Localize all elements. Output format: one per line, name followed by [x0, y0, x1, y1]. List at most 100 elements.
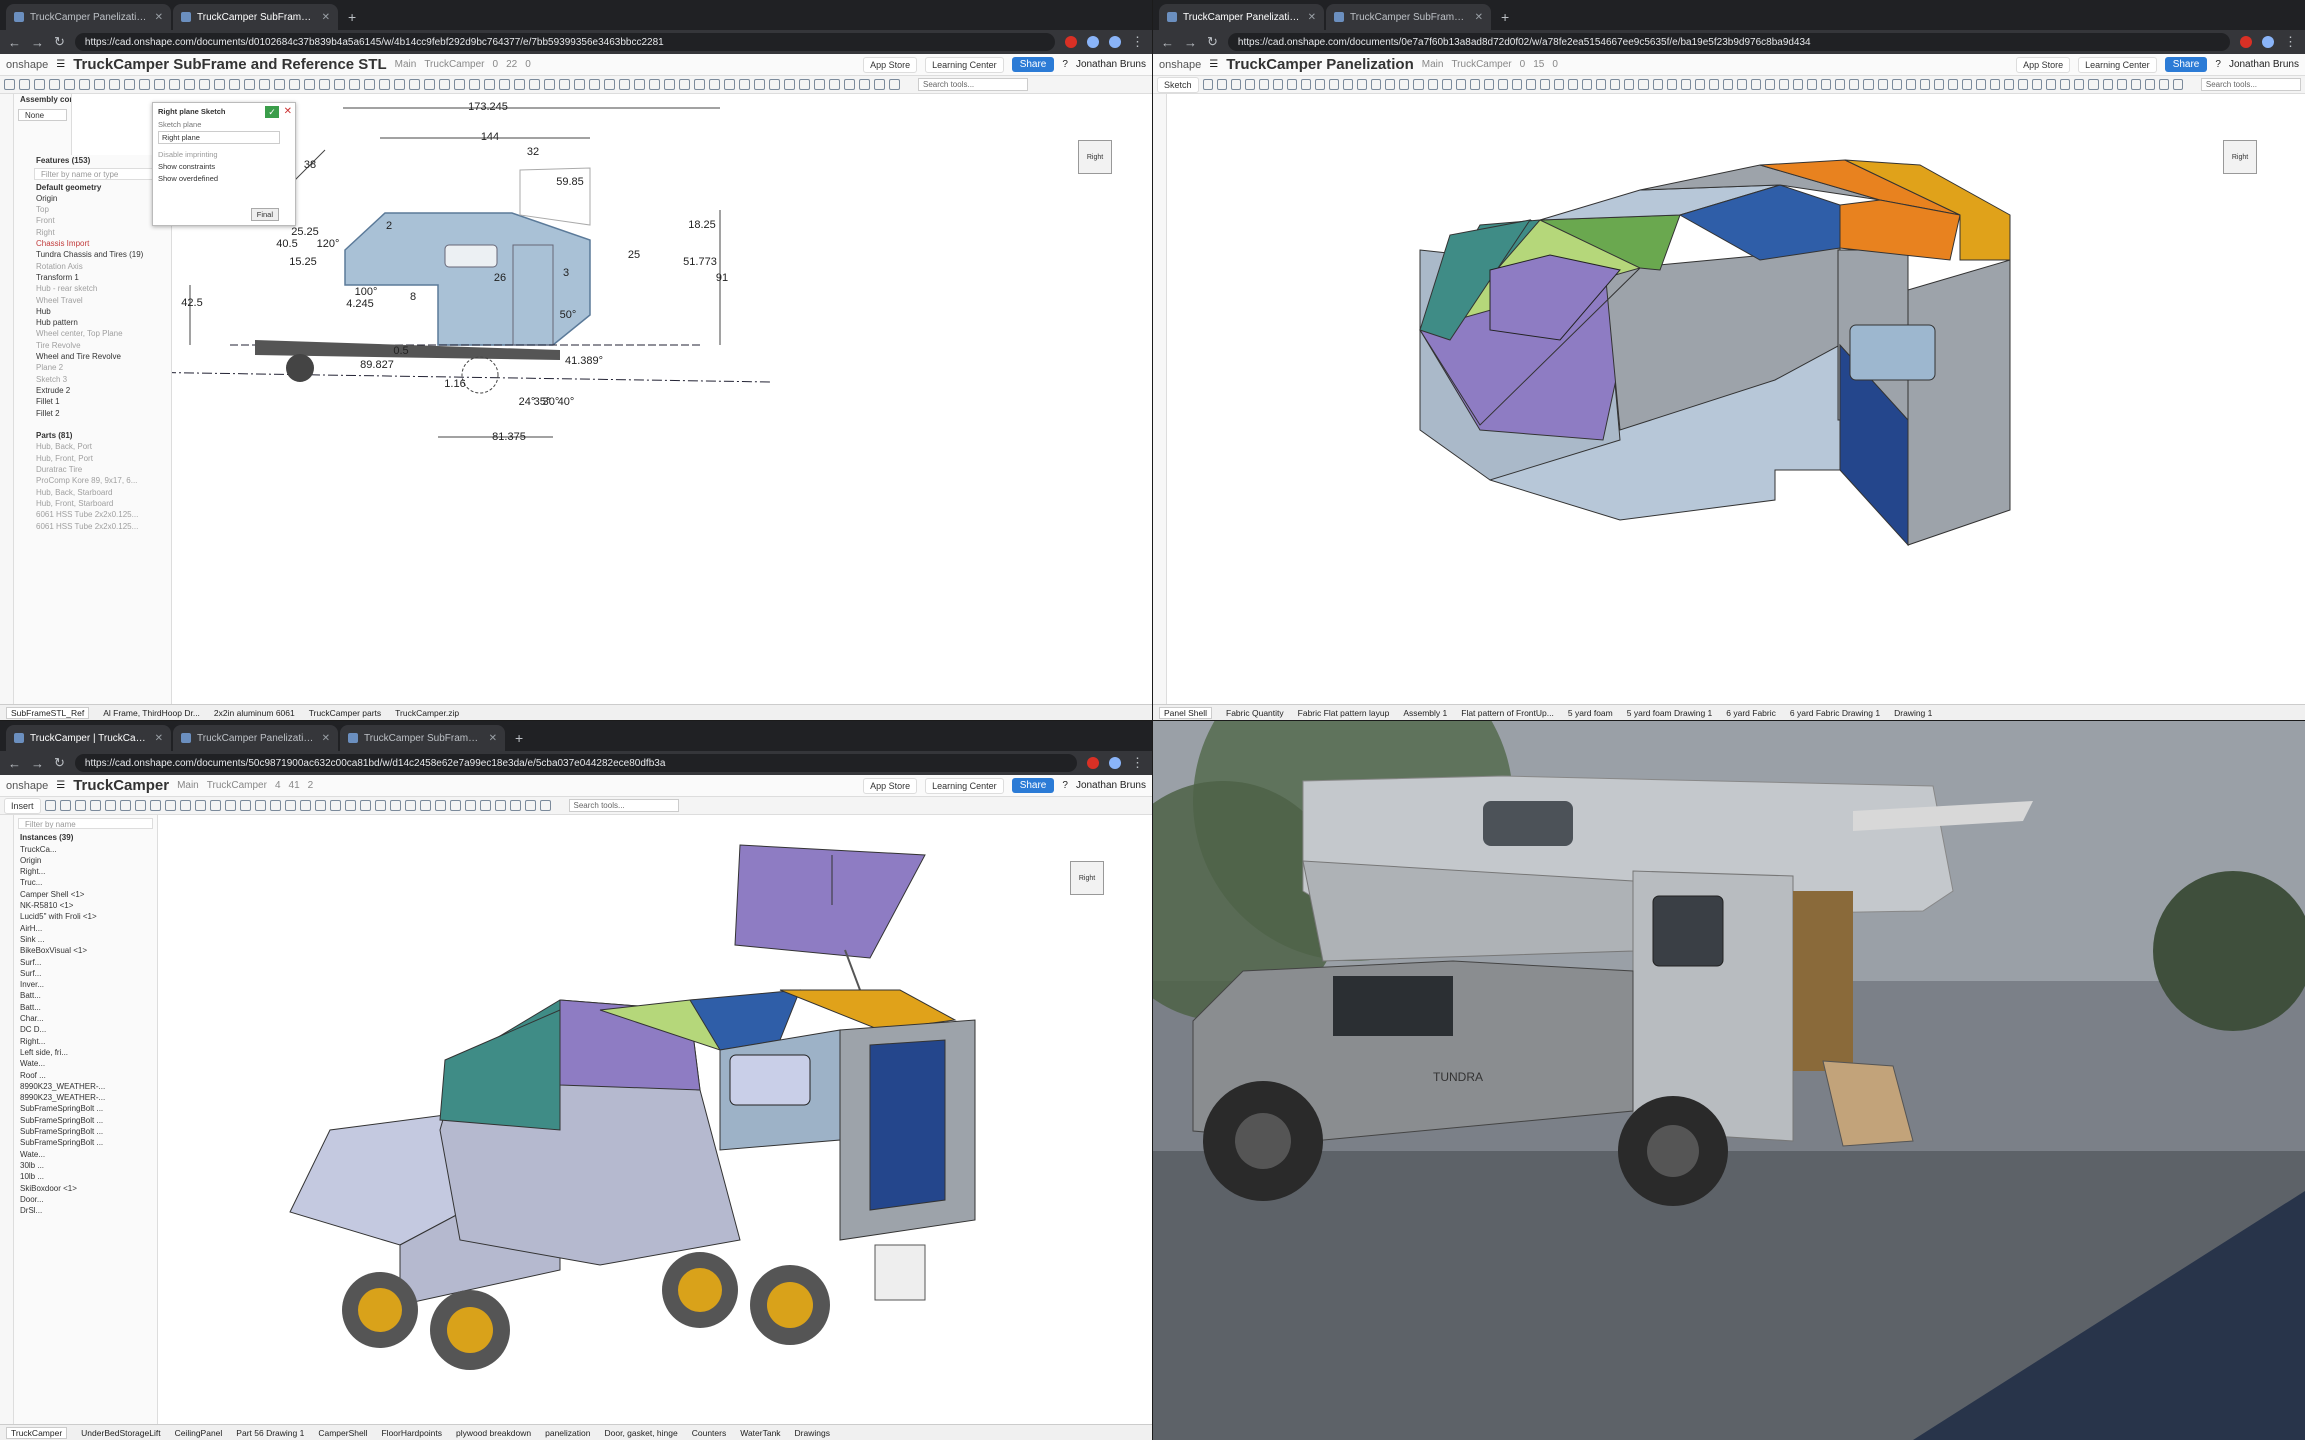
branch-label[interactable]: Main — [177, 780, 199, 791]
dimension-label[interactable]: 40° — [558, 396, 575, 408]
dimension-label[interactable]: 1.16 — [444, 378, 465, 390]
dimension-label[interactable]: 18.25 — [688, 219, 716, 231]
feature-item[interactable]: Extrude 2 — [30, 385, 171, 396]
tool-icon[interactable] — [469, 79, 480, 90]
feature-item[interactable]: Hub - rear sketch — [30, 283, 171, 294]
document-tab[interactable]: FloorHardpoints — [381, 1428, 441, 1438]
search-tools-input[interactable]: Search tools... — [568, 799, 679, 812]
tool-icon[interactable] — [1891, 79, 1902, 90]
sketch-plane-field[interactable]: Right plane — [158, 131, 280, 144]
extension-icon[interactable] — [1087, 36, 1099, 48]
search-tools-input[interactable]: Search tools... — [2200, 78, 2301, 91]
tool-icon[interactable] — [184, 79, 195, 90]
tool-icon[interactable] — [89, 800, 101, 811]
learning-center-button[interactable]: Learning Center — [925, 56, 1004, 73]
dimension-label[interactable]: 59.85 — [556, 176, 584, 188]
instance-item[interactable]: Truc... — [14, 877, 157, 888]
tool-icon[interactable] — [1779, 79, 1790, 90]
onshape-logo[interactable]: onshape — [1159, 59, 1201, 71]
instance-item[interactable]: Right... — [14, 866, 157, 877]
document-tab[interactable]: Fabric Flat pattern layup — [1298, 708, 1390, 718]
instance-item[interactable]: Lucid5" with Froli <1> — [14, 911, 157, 922]
tool-icon[interactable] — [364, 79, 375, 90]
feature-item[interactable]: Tundra Chassis and Tires (19) — [30, 249, 171, 260]
tool-icon[interactable] — [214, 79, 225, 90]
tool-icon[interactable] — [284, 800, 296, 811]
extension-icon[interactable] — [1065, 36, 1077, 48]
tool-icon[interactable] — [1568, 79, 1579, 90]
tool-icon[interactable] — [1807, 79, 1818, 90]
instance-item[interactable]: Door... — [14, 1194, 157, 1205]
assembly-context-select[interactable]: None — [18, 109, 67, 121]
profile-icon[interactable] — [2262, 36, 2274, 48]
extension-icon[interactable] — [2240, 36, 2252, 48]
folder-link[interactable]: TruckCamper — [207, 780, 267, 791]
folder-link[interactable]: TruckCamper — [424, 59, 484, 70]
tool-icon[interactable] — [1652, 79, 1663, 90]
tool-icon[interactable] — [859, 79, 870, 90]
tool-icon[interactable] — [319, 79, 330, 90]
instance-item[interactable]: Batt... — [14, 990, 157, 1001]
instance-item[interactable]: Sink ... — [14, 934, 157, 945]
forward-icon[interactable]: → — [31, 756, 44, 771]
browser-tab[interactable]: TruckCamper SubFrame and R ✕ — [340, 725, 505, 751]
feature-item[interactable]: Front — [30, 215, 171, 226]
document-tab[interactable]: CamperShell — [318, 1428, 367, 1438]
feature-item[interactable]: Hub, Back, Port — [30, 441, 171, 452]
document-tab[interactable]: Door, gasket, hinge — [604, 1428, 677, 1438]
tool-icon[interactable] — [434, 800, 446, 811]
instance-item[interactable]: Roof ... — [14, 1070, 157, 1081]
tool-icon[interactable] — [254, 800, 266, 811]
tool-icon[interactable] — [164, 800, 176, 811]
tool-icon[interactable] — [244, 79, 255, 90]
tool-icon[interactable] — [709, 79, 720, 90]
tool-icon[interactable] — [394, 79, 405, 90]
tool-icon[interactable] — [209, 800, 221, 811]
tool-icon[interactable] — [479, 800, 491, 811]
tool-icon[interactable] — [179, 800, 191, 811]
user-menu[interactable]: Jonathan Bruns — [1076, 780, 1146, 791]
document-tab[interactable]: 6 yard Fabric — [1726, 708, 1776, 718]
document-tab[interactable]: plywood breakdown — [456, 1428, 531, 1438]
tool-icon[interactable] — [619, 79, 630, 90]
new-tab-icon[interactable]: + — [340, 9, 364, 30]
tool-icon[interactable] — [2018, 79, 2029, 90]
version-count[interactable]: 4 — [275, 780, 281, 791]
tool-icon[interactable] — [124, 79, 135, 90]
document-tab[interactable]: Drawing 1 — [1894, 708, 1932, 718]
dimension-label[interactable]: 26 — [494, 272, 506, 284]
dimension-label[interactable]: 173.245 — [468, 101, 508, 113]
app-store-button[interactable]: App Store — [2016, 56, 2071, 73]
feature-item[interactable]: Right — [30, 227, 171, 238]
tool-icon[interactable] — [1708, 79, 1719, 90]
history-count[interactable]: 41 — [289, 780, 300, 791]
document-tab[interactable]: Fabric Quantity — [1226, 708, 1284, 718]
document-title[interactable]: TruckCamper — [73, 777, 169, 794]
tool-icon[interactable] — [224, 800, 236, 811]
instance-item[interactable]: Surf... — [14, 957, 157, 968]
feature-item[interactable]: Default geometry — [30, 182, 171, 193]
dimension-label[interactable]: 4.245 — [346, 298, 374, 310]
forward-icon[interactable]: → — [31, 35, 44, 50]
tool-icon[interactable] — [1849, 79, 1860, 90]
tool-icon[interactable] — [1877, 79, 1888, 90]
instance-item[interactable]: 8990K23_WEATHER-... — [14, 1081, 157, 1092]
close-icon[interactable]: ✕ — [155, 12, 163, 23]
version-count[interactable]: 0 — [1520, 59, 1526, 70]
tool-icon[interactable] — [314, 800, 326, 811]
search-tools-input[interactable]: Search tools... — [918, 78, 1028, 91]
tool-icon[interactable] — [829, 79, 840, 90]
help-icon[interactable]: ? — [1062, 59, 1068, 70]
dimension-label[interactable]: 25 — [628, 249, 640, 261]
hamburger-icon[interactable]: ☰ — [56, 59, 65, 70]
tool-icon[interactable] — [1947, 79, 1958, 90]
menu-icon[interactable]: ⋮ — [2284, 34, 2297, 50]
tool-icon[interactable] — [304, 79, 315, 90]
instance-item[interactable]: SubFrameSpringBolt ... — [14, 1115, 157, 1126]
tool-icon[interactable] — [299, 800, 311, 811]
tool-icon[interactable] — [2004, 79, 2015, 90]
instance-item[interactable]: Char... — [14, 1013, 157, 1024]
dimension-label[interactable]: 3 — [563, 267, 569, 279]
tool-icon[interactable] — [664, 79, 675, 90]
tool-icon[interactable] — [1525, 79, 1537, 90]
